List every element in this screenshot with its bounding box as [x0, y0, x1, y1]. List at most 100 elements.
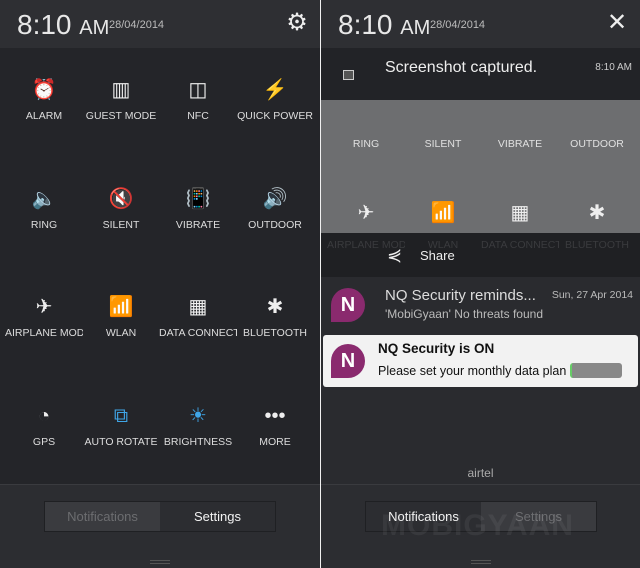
- clock-ampm: AM: [79, 17, 110, 39]
- share-action-strip: BLUETOOTHDATA CONNECTIONWLANAIRPLANE MOD…: [321, 233, 640, 277]
- screenshot-notification[interactable]: Screenshot captured. 8:10 AM: [321, 48, 640, 100]
- toggle-label: GUEST MODE: [85, 110, 157, 122]
- toggle-icon: ◔: [37, 404, 51, 427]
- date: 28/04/2014: [109, 19, 165, 31]
- toggle-label: QUICK POWER: [237, 110, 313, 122]
- clock-time: 8:10: [338, 9, 393, 40]
- toggle-icon: ✱: [266, 296, 284, 318]
- toggle-icon: ✈: [327, 202, 405, 224]
- drag-handle[interactable]: [471, 560, 491, 564]
- toggle-data-connection[interactable]: ▦ DATA CONNECTION: [159, 296, 237, 339]
- notification-title: Screenshot captured.: [385, 59, 538, 76]
- notification-title: NQ Security reminds...: [385, 287, 536, 304]
- toggle-icon: ☀: [189, 404, 207, 427]
- toggle-icon: ✱: [558, 202, 636, 224]
- toggle-icon: ▦: [510, 202, 530, 224]
- toggle-more[interactable]: ••• MORE: [236, 405, 314, 448]
- toggle-icon: 📳: [185, 187, 211, 210]
- notification-text: 'MobiGyaan' No threats found: [385, 307, 544, 321]
- close-icon[interactable]: ✕: [604, 10, 630, 36]
- toggle-label: AIRPLANE MODE: [5, 327, 83, 339]
- toggle-label: MORE: [259, 435, 291, 448]
- toggle-outdoor[interactable]: 🔊 OUTDOOR: [236, 188, 314, 231]
- share-icon[interactable]: ⋞: [387, 245, 402, 266]
- toggle-label: OUTDOOR: [248, 218, 302, 231]
- toggle-icon: 📶: [108, 296, 134, 318]
- quick-toggles-grid: ⏰ ALARM ▥ GUEST MODE ◫ NFC ⚡ QUICK POWER 🔈 RING 🔇 S…: [0, 48, 320, 484]
- toggle-guest-mode[interactable]: ▥ GUEST MODE: [82, 79, 160, 122]
- toggle-icon: ◫: [188, 79, 208, 101]
- drag-handle[interactable]: [150, 560, 170, 564]
- toggle-icon: ✱: [588, 202, 606, 224]
- toggle-nfc[interactable]: ◫ NFC: [159, 79, 237, 122]
- faded-toggle-label: BLUETOOTH: [565, 239, 629, 251]
- toggle-label: SILENT: [102, 218, 140, 231]
- toggle-vibrate: VIBRATE: [481, 129, 559, 150]
- toggle-icon: ✈: [35, 296, 53, 318]
- toggle-label: SILENT: [424, 138, 462, 150]
- clock: 8:10 AM: [338, 9, 430, 41]
- toggle-airplane-mode[interactable]: ✈ AIRPLANE MODE: [5, 296, 83, 339]
- toggle-silent: SILENT: [404, 129, 482, 150]
- quick-settings-panel: 8:10 AM 28/04/2014 ⚙ ⏰ ALARM ▥ GUEST MODE ◫ N…: [0, 0, 320, 568]
- toggle-label: ALARM: [25, 110, 63, 122]
- data-plan-bar: [570, 363, 622, 378]
- toggle-label: DATA CONNECTION: [159, 327, 237, 339]
- faded-toggle-label: DATA CONNECTION: [481, 239, 559, 251]
- toggle-ring[interactable]: 🔈 RING: [5, 188, 83, 231]
- tab-switcher: Notifications Settings: [44, 501, 276, 532]
- toggle-wlan[interactable]: 📶 WLAN: [82, 296, 160, 339]
- toggle-quick-power[interactable]: ⚡ QUICK POWER: [236, 79, 314, 122]
- gear-icon[interactable]: ⚙: [284, 10, 310, 36]
- toggle-gps[interactable]: ◔ GPS: [5, 405, 83, 448]
- toggle-icon: 📶: [430, 202, 456, 224]
- toggle-alarm[interactable]: ⏰ ALARM: [5, 79, 83, 122]
- clock: 8:10 AM: [17, 9, 109, 41]
- toggle-label: GPS: [32, 435, 56, 448]
- nq-logo-icon: N: [331, 344, 365, 378]
- status-header: 8:10 AM 28/04/2014 ✕: [321, 0, 640, 48]
- toggle-bluetooth[interactable]: ✱ BLUETOOTH: [236, 296, 314, 339]
- card-text: Please set your monthly data plan: [378, 364, 567, 378]
- toggle-label: VIBRATE: [175, 218, 221, 231]
- toggle-icon: ▦: [481, 202, 559, 224]
- quick-toggles-overlay: RING ✈ SILENT 📶 VIBRATE ▦ OUTDOOR ✱: [321, 100, 640, 233]
- carrier-label: airtel: [467, 466, 494, 480]
- notification-date: Sun, 27 Apr 2014: [551, 289, 633, 301]
- nq-notification[interactable]: N NQ Security reminds... Sun, 27 Apr 201…: [321, 277, 640, 334]
- tab-notifications[interactable]: Notifications: [45, 502, 160, 531]
- notification-panel: 8:10 AM 28/04/2014 ✕ Screenshot captured…: [321, 0, 640, 568]
- toggle-icon: ⧉: [113, 404, 129, 427]
- watermark: MOBIGYAAN: [381, 509, 574, 542]
- toggle-label: AUTO ROTATE: [84, 435, 158, 448]
- nq-logo-icon: N: [331, 288, 365, 322]
- toggle-icon: 🔈: [31, 187, 57, 210]
- toggle-label: WLAN: [105, 327, 137, 339]
- tab-settings[interactable]: Settings: [160, 502, 275, 531]
- toggle-icon: ⚡: [262, 79, 288, 101]
- toggle-label: NFC: [187, 110, 209, 122]
- toggle-vibrate[interactable]: 📳 VIBRATE: [159, 188, 237, 231]
- toggle-icon: 🔇: [108, 187, 134, 210]
- toggle-icon: ▥: [111, 79, 131, 101]
- status-header: 8:10 AM 28/04/2014 ⚙: [0, 0, 320, 48]
- toggle-brightness[interactable]: ☀ BRIGHTNESS: [159, 405, 237, 448]
- toggle-icon: ⏰: [31, 79, 57, 101]
- toggle-outdoor: OUTDOOR: [558, 129, 636, 150]
- share-button[interactable]: Share: [420, 248, 455, 263]
- image-icon: [343, 70, 354, 80]
- toggle-icon: •••: [264, 404, 286, 427]
- toggle-label: BRIGHTNESS: [163, 435, 233, 448]
- toggle-silent[interactable]: 🔇 SILENT: [82, 188, 160, 231]
- card-title: NQ Security is ON: [378, 341, 495, 356]
- toggle-label: BLUETOOTH: [243, 327, 307, 339]
- date: 28/04/2014: [430, 19, 486, 31]
- toggle-auto-rotate[interactable]: ⧉ AUTO ROTATE: [82, 405, 160, 448]
- clock-ampm: AM: [400, 17, 431, 39]
- footer: Notifications Settings: [0, 484, 320, 568]
- nq-status-card[interactable]: N NQ Security is ON Please set your mont…: [323, 335, 638, 387]
- notification-time: 8:10 AM: [595, 62, 632, 73]
- toggle-icon: 🔊: [262, 187, 288, 210]
- toggle-icon: ▦: [188, 296, 208, 318]
- clock-time: 8:10: [17, 9, 72, 40]
